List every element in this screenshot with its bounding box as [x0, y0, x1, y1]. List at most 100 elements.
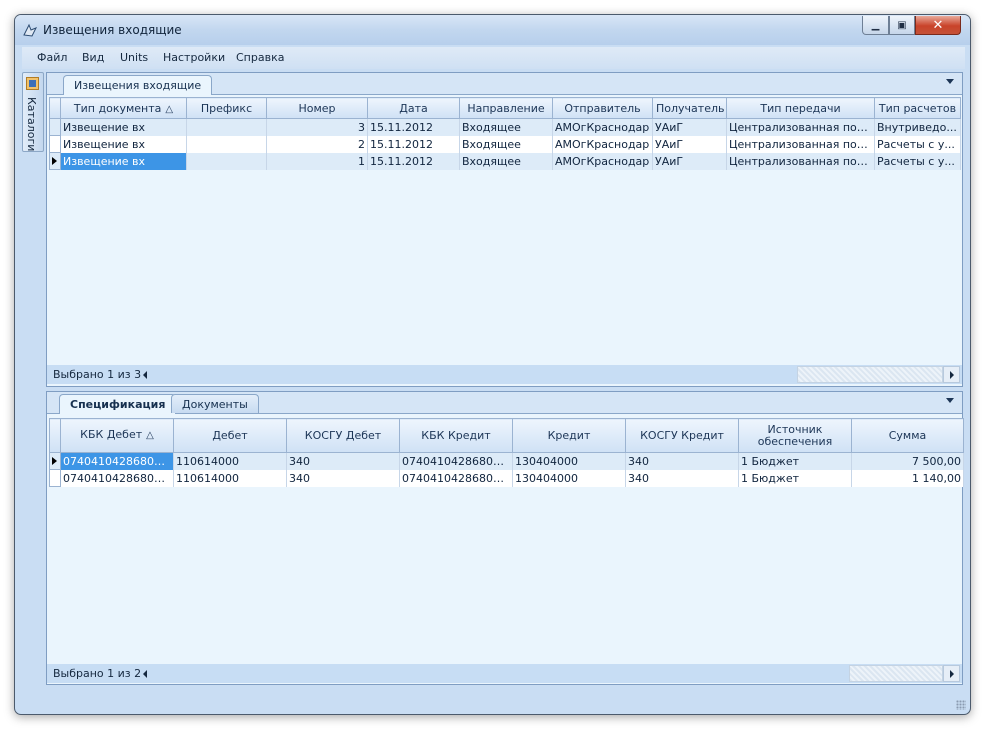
- col-kbk-debit[interactable]: КБК Дебет △: [60, 418, 174, 453]
- col-kosgu-credit[interactable]: КОСГУ Кредит: [625, 418, 739, 453]
- notices-status-bar: Выбрано 1 из 3: [47, 365, 962, 384]
- cell-debit[interactable]: 110614000: [173, 452, 287, 470]
- col-kosgu-debit[interactable]: КОСГУ Дебет: [286, 418, 400, 453]
- sort-asc-icon: △: [146, 430, 154, 441]
- table-row[interactable]: 074041042868000... 110614000 340 0740410…: [49, 469, 964, 487]
- row-indicator: [49, 469, 61, 487]
- cell-amount[interactable]: 7 500,00: [851, 452, 964, 470]
- cell-credit[interactable]: 130404000: [512, 452, 626, 470]
- col-amount[interactable]: Сумма: [851, 418, 964, 453]
- cell-doc-type[interactable]: Извещение вх: [60, 152, 187, 170]
- col-recipient[interactable]: Получатель: [652, 97, 727, 119]
- menu-view[interactable]: Вид: [82, 51, 104, 64]
- cell-debit[interactable]: 110614000: [173, 469, 287, 487]
- menu-units[interactable]: Units: [120, 51, 148, 64]
- table-row[interactable]: Извещение вх 3 15.11.2012 Входящее АМОгК…: [49, 118, 961, 136]
- cell-doc-type[interactable]: Извещение вх: [60, 135, 187, 153]
- cell-prefix[interactable]: [186, 135, 267, 153]
- scroll-left-icon[interactable]: [143, 670, 147, 678]
- cell-settlement-type[interactable]: Расчеты с у...: [874, 135, 961, 153]
- scroll-left-icon[interactable]: [143, 371, 147, 379]
- minimize-button[interactable]: ▁: [862, 16, 889, 35]
- cell-sender[interactable]: АМОгКраснодар: [552, 152, 653, 170]
- col-doc-type[interactable]: Тип документа △: [60, 97, 187, 119]
- cell-date[interactable]: 15.11.2012: [367, 118, 460, 136]
- horizontal-scrollbar[interactable]: [797, 366, 943, 383]
- cell-date[interactable]: 15.11.2012: [367, 135, 460, 153]
- cell-amount[interactable]: 1 140,00: [851, 469, 964, 487]
- col-kbk-credit[interactable]: КБК Кредит: [399, 418, 513, 453]
- catalogs-side-tab[interactable]: Каталоги: [22, 72, 44, 152]
- tab-documents[interactable]: Документы: [171, 394, 259, 413]
- specification-panel: Спецификация Документы КБК Дебет △ Дебет …: [46, 391, 964, 685]
- cell-direction[interactable]: Входящее: [459, 118, 553, 136]
- cell-recipient[interactable]: УАиГ: [652, 135, 727, 153]
- cell-kosgu-debit[interactable]: 340: [286, 452, 400, 470]
- col-sender[interactable]: Отправитель: [552, 97, 653, 119]
- cell-transfer-type[interactable]: Централизованная поста...: [726, 118, 875, 136]
- col-date[interactable]: Дата: [367, 97, 460, 119]
- cell-transfer-type[interactable]: Централизованная поста...: [726, 152, 875, 170]
- specification-status-bar: Выбрано 1 из 2: [47, 664, 962, 683]
- row-indicator-header: [49, 418, 61, 453]
- menu-help[interactable]: Справка: [236, 51, 284, 64]
- scroll-right-button[interactable]: [943, 366, 960, 383]
- notices-selection-count: Выбрано 1 из 3: [53, 368, 142, 381]
- cell-sender[interactable]: АМОгКраснодар: [552, 118, 653, 136]
- col-number[interactable]: Номер: [266, 97, 368, 119]
- horizontal-scrollbar[interactable]: [849, 665, 943, 682]
- col-debit[interactable]: Дебет: [173, 418, 287, 453]
- cell-kbk-credit[interactable]: 074041042868000...: [399, 469, 513, 487]
- chevron-down-icon[interactable]: [946, 79, 954, 84]
- cell-direction[interactable]: Входящее: [459, 135, 553, 153]
- cell-recipient[interactable]: УАиГ: [652, 118, 727, 136]
- specification-tab-strip: Спецификация Документы: [47, 392, 962, 414]
- cell-settlement-type[interactable]: Расчеты с у...: [874, 152, 961, 170]
- col-settlement-type[interactable]: Тип расчетов: [874, 97, 961, 119]
- cell-transfer-type[interactable]: Централизованная поста...: [726, 135, 875, 153]
- chevron-down-icon[interactable]: [946, 398, 954, 403]
- close-button[interactable]: ✕: [915, 16, 961, 35]
- notices-panel: Извещения входящие Тип документа △ Префик…: [46, 72, 963, 387]
- menu-settings[interactable]: Настройки: [163, 51, 225, 64]
- cell-kosgu-debit[interactable]: 340: [286, 469, 400, 487]
- col-funding-source[interactable]: Источник обеспечения: [738, 418, 852, 453]
- table-row[interactable]: Извещение вх 2 15.11.2012 Входящее АМОгК…: [49, 135, 961, 153]
- menu-file[interactable]: Файл: [37, 51, 67, 64]
- scroll-right-button[interactable]: [943, 665, 960, 682]
- cell-credit[interactable]: 130404000: [512, 469, 626, 487]
- cell-funding-source[interactable]: 1 Бюджет: [738, 469, 852, 487]
- cell-funding-source[interactable]: 1 Бюджет: [738, 452, 852, 470]
- cell-kbk-debit[interactable]: 074041042868000...: [60, 469, 174, 487]
- cell-prefix[interactable]: [186, 118, 267, 136]
- cell-date[interactable]: 15.11.2012: [367, 152, 460, 170]
- cell-direction[interactable]: Входящее: [459, 152, 553, 170]
- cell-number[interactable]: 2: [266, 135, 368, 153]
- cell-number[interactable]: 1: [266, 152, 368, 170]
- col-prefix[interactable]: Префикс: [186, 97, 267, 119]
- col-credit[interactable]: Кредит: [512, 418, 626, 453]
- tab-notices-incoming[interactable]: Извещения входящие: [63, 75, 213, 95]
- notices-tab-strip: Извещения входящие: [47, 73, 962, 95]
- cell-sender[interactable]: АМОгКраснодар: [552, 135, 653, 153]
- col-transfer-type[interactable]: Тип передачи: [726, 97, 875, 119]
- tab-specification[interactable]: Спецификация: [59, 394, 177, 414]
- row-indicator: [49, 135, 61, 153]
- cell-kbk-credit[interactable]: 074041042868000...: [399, 452, 513, 470]
- table-row-current[interactable]: 074041042868000... 110614000 340 0740410…: [49, 452, 964, 470]
- maximize-button[interactable]: ▣: [889, 16, 915, 35]
- cell-number[interactable]: 3: [266, 118, 368, 136]
- menu-bar: Файл Вид Units Настройки Справка: [22, 47, 965, 69]
- table-row-current[interactable]: Извещение вх 1 15.11.2012 Входящее АМОгК…: [49, 152, 961, 170]
- cell-recipient[interactable]: УАиГ: [652, 152, 727, 170]
- resize-grip-icon[interactable]: [956, 700, 966, 710]
- col-direction[interactable]: Направление: [459, 97, 553, 119]
- app-icon: [23, 23, 38, 37]
- cell-settlement-type[interactable]: Внутриведо...: [874, 118, 961, 136]
- cell-kosgu-credit[interactable]: 340: [625, 452, 739, 470]
- cell-kbk-debit[interactable]: 074041042868000...: [60, 452, 174, 470]
- cell-kosgu-credit[interactable]: 340: [625, 469, 739, 487]
- cell-prefix[interactable]: [186, 152, 267, 170]
- cell-doc-type[interactable]: Извещение вх: [60, 118, 187, 136]
- sort-asc-icon: △: [165, 103, 174, 115]
